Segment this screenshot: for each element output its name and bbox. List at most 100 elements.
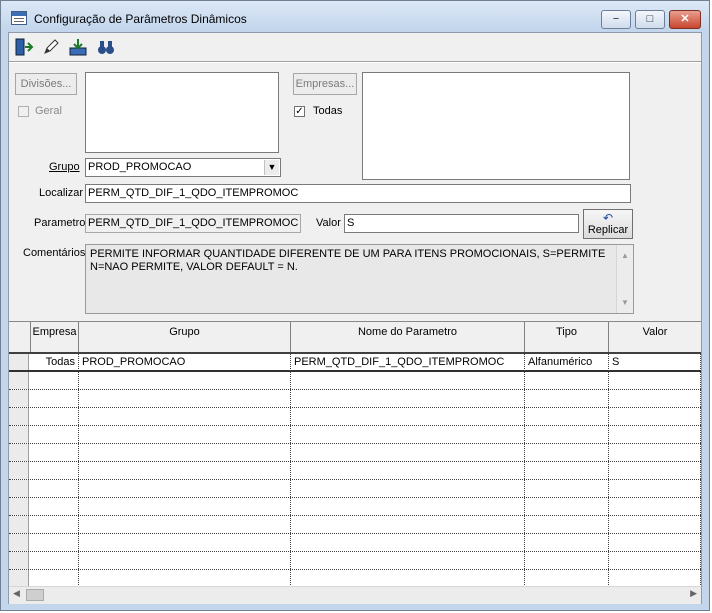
table-cell[interactable]	[31, 408, 79, 425]
valor-input[interactable]: S	[344, 214, 579, 233]
table-cell[interactable]	[609, 534, 701, 551]
table-cell[interactable]	[525, 480, 609, 497]
empty-table-row[interactable]	[9, 462, 701, 480]
table-cell[interactable]	[79, 390, 291, 407]
table-cell[interactable]	[525, 372, 609, 389]
row-indicator[interactable]	[9, 462, 29, 479]
table-cell[interactable]	[525, 516, 609, 533]
table-cell[interactable]	[79, 498, 291, 515]
table-cell[interactable]	[79, 534, 291, 551]
table-cell[interactable]	[291, 552, 525, 569]
table-cell[interactable]	[609, 570, 701, 587]
table-cell[interactable]	[291, 498, 525, 515]
empty-table-row[interactable]	[9, 426, 701, 444]
table-cell[interactable]	[291, 408, 525, 425]
scroll-right-icon[interactable]: ▶	[690, 588, 697, 599]
localizar-input[interactable]: PERM_QTD_DIF_1_QDO_ITEMPROMOC	[85, 184, 631, 203]
empty-table-row[interactable]	[9, 408, 701, 426]
table-cell[interactable]	[79, 426, 291, 443]
table-cell[interactable]	[31, 480, 79, 497]
horizontal-scrollbar[interactable]: ◀ ▶	[9, 586, 701, 604]
table-cell[interactable]	[525, 498, 609, 515]
table-cell[interactable]	[609, 372, 701, 389]
empty-table-row[interactable]	[9, 498, 701, 516]
row-indicator[interactable]	[9, 426, 29, 443]
parameters-grid[interactable]: Empresa Grupo Nome do Parametro Tipo Val…	[9, 321, 701, 604]
table-cell[interactable]: Alfanumérico	[525, 354, 609, 371]
save-button[interactable]	[66, 35, 90, 59]
row-indicator[interactable]	[9, 408, 29, 425]
table-cell[interactable]	[291, 372, 525, 389]
table-cell[interactable]	[609, 516, 701, 533]
exit-button[interactable]	[12, 35, 36, 59]
row-indicator[interactable]	[9, 498, 29, 515]
table-cell[interactable]	[609, 408, 701, 425]
table-cell[interactable]	[609, 552, 701, 569]
table-cell[interactable]	[609, 480, 701, 497]
memo-scrollbar[interactable]: ▲ ▼	[616, 245, 633, 313]
table-cell[interactable]	[79, 408, 291, 425]
table-cell[interactable]	[609, 462, 701, 479]
empresas-button[interactable]: Empresas...	[293, 73, 357, 95]
table-cell[interactable]	[79, 372, 291, 389]
table-cell[interactable]	[79, 552, 291, 569]
chevron-down-icon[interactable]: ▼	[264, 160, 279, 175]
table-cell[interactable]	[291, 570, 525, 587]
table-cell[interactable]	[31, 444, 79, 461]
close-button[interactable]: ✕	[669, 10, 701, 29]
row-indicator[interactable]	[9, 480, 29, 497]
table-cell[interactable]	[31, 498, 79, 515]
table-cell[interactable]: S	[609, 354, 701, 371]
table-cell[interactable]	[291, 516, 525, 533]
table-cell[interactable]: Todas	[31, 354, 79, 371]
row-indicator[interactable]	[9, 552, 29, 569]
table-cell[interactable]	[291, 534, 525, 551]
table-cell[interactable]	[291, 444, 525, 461]
column-header-valor[interactable]: Valor	[609, 322, 701, 352]
empty-table-row[interactable]	[9, 516, 701, 534]
column-header-empresa[interactable]: Empresa	[31, 322, 79, 352]
table-cell[interactable]	[31, 426, 79, 443]
table-cell[interactable]	[609, 444, 701, 461]
table-cell[interactable]: PERM_QTD_DIF_1_QDO_ITEMPROMOC	[291, 354, 525, 371]
column-header-nome-parametro[interactable]: Nome do Parametro	[291, 322, 525, 352]
table-cell[interactable]	[525, 444, 609, 461]
table-cell[interactable]	[525, 462, 609, 479]
table-cell[interactable]	[79, 444, 291, 461]
scroll-left-icon[interactable]: ◀	[13, 588, 20, 599]
table-cell[interactable]	[525, 570, 609, 587]
scroll-down-icon[interactable]: ▼	[617, 296, 633, 309]
table-cell[interactable]	[525, 408, 609, 425]
scroll-up-icon[interactable]: ▲	[617, 249, 633, 262]
empty-table-row[interactable]	[9, 480, 701, 498]
row-indicator[interactable]	[9, 372, 29, 389]
column-header-tipo[interactable]: Tipo	[525, 322, 609, 352]
table-cell[interactable]	[609, 390, 701, 407]
column-header-grupo[interactable]: Grupo	[79, 322, 291, 352]
table-cell[interactable]	[31, 534, 79, 551]
comentarios-memo[interactable]: PERMITE INFORMAR QUANTIDADE DIFERENTE DE…	[85, 244, 634, 314]
empty-table-row[interactable]	[9, 552, 701, 570]
table-cell[interactable]	[291, 462, 525, 479]
table-row[interactable]: Todas PROD_PROMOCAO PERM_QTD_DIF_1_QDO_ITE…	[9, 354, 701, 372]
table-cell[interactable]	[525, 426, 609, 443]
row-indicator[interactable]	[9, 534, 29, 551]
divisoes-list[interactable]	[85, 72, 279, 153]
geral-checkbox[interactable]	[18, 106, 29, 117]
divisoes-button[interactable]: Divisões...	[15, 73, 77, 95]
table-cell[interactable]: PROD_PROMOCAO	[79, 354, 291, 371]
empty-table-row[interactable]	[9, 372, 701, 390]
row-indicator[interactable]	[9, 516, 29, 533]
row-indicator[interactable]	[9, 570, 29, 587]
table-cell[interactable]	[291, 480, 525, 497]
table-cell[interactable]	[31, 462, 79, 479]
grupo-select[interactable]: PROD_PROMOCAO ▼	[85, 158, 281, 177]
empty-table-row[interactable]	[9, 444, 701, 462]
table-cell[interactable]	[79, 516, 291, 533]
table-cell[interactable]	[79, 570, 291, 587]
table-cell[interactable]	[291, 426, 525, 443]
table-cell[interactable]	[31, 570, 79, 587]
table-cell[interactable]	[31, 516, 79, 533]
table-cell[interactable]	[31, 552, 79, 569]
table-cell[interactable]	[31, 390, 79, 407]
